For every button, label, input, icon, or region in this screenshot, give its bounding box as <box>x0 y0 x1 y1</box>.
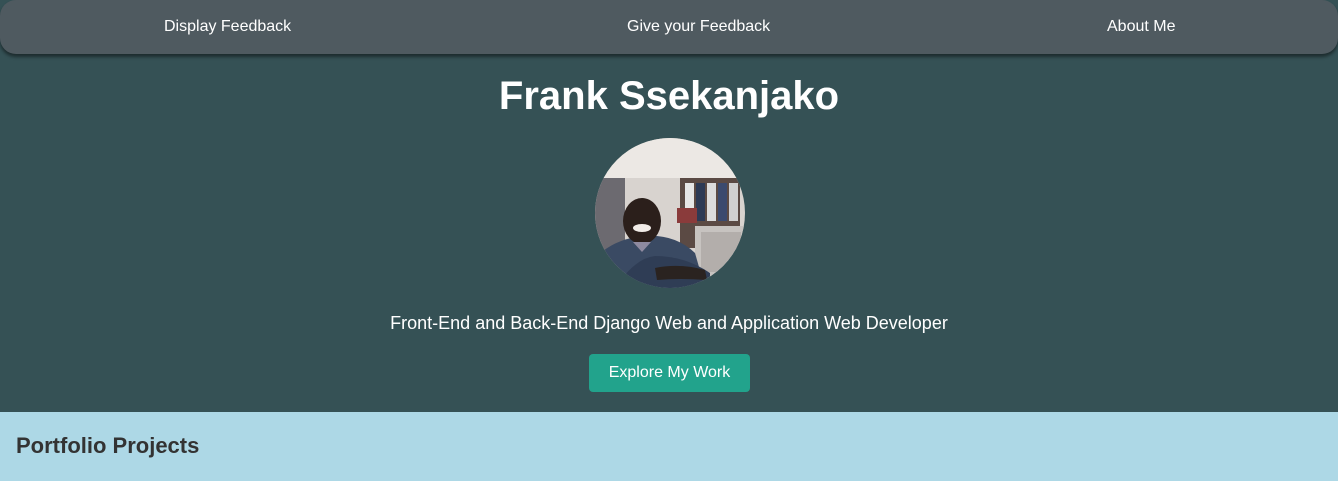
profile-tagline: Front-End and Back-End Django Web and Ap… <box>390 313 948 333</box>
profile-avatar <box>595 138 745 288</box>
profile-name: Frank Ssekanjako <box>498 74 840 118</box>
nav-display-feedback-link[interactable]: Display Feedback <box>164 18 291 36</box>
nav-about-me-link[interactable]: About Me <box>1107 18 1175 36</box>
navbar: Display Feedback Give your Feedback Abou… <box>0 0 1338 54</box>
page: Display Feedback Give your Feedback Abou… <box>0 0 1338 481</box>
explore-my-work-button[interactable]: Explore My Work <box>589 354 750 392</box>
portfolio-title: Portfolio Projects <box>16 433 200 458</box>
hero-section: Frank Ssekanjako Front-End and Back-End … <box>0 54 1338 412</box>
nav-give-feedback-link[interactable]: Give your Feedback <box>627 18 770 36</box>
avatar-photo <box>595 138 745 288</box>
portfolio-section: Portfolio Projects <box>0 412 1338 481</box>
